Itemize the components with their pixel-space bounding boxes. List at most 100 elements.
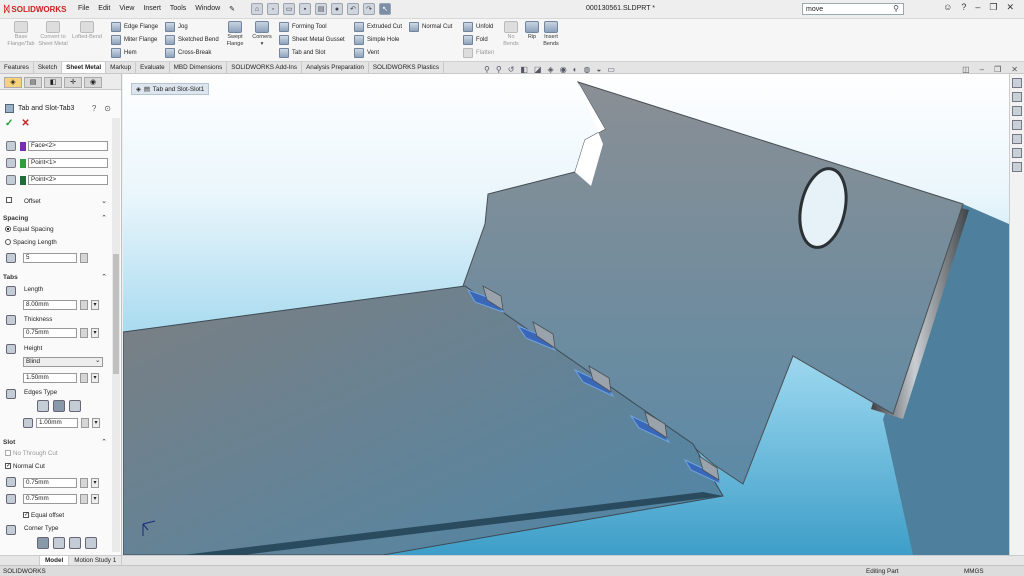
appearances-icon[interactable] <box>1012 134 1022 144</box>
help-icon[interactable]: ? <box>92 104 96 113</box>
tabs-chevron-up-icon[interactable]: ⌃ <box>101 273 107 281</box>
flatten-button[interactable]: Flatten <box>463 48 494 58</box>
tab-motion-study[interactable]: Motion Study 1 <box>69 556 123 565</box>
tab-solidworks-addins[interactable]: SOLIDWORKS Add-Ins <box>227 62 303 73</box>
corner-type-circular-button[interactable] <box>85 537 97 549</box>
file-explorer-icon[interactable] <box>1012 106 1022 116</box>
solidworks-forum-icon[interactable] <box>1012 162 1022 172</box>
apply-scene-icon[interactable]: ◒ <box>597 65 602 74</box>
tab-thickness-dropdown[interactable]: ▾ <box>91 328 99 338</box>
slot-offset-dropdown-1[interactable]: ▾ <box>91 478 99 488</box>
normal-cut-checkbox[interactable]: ✓ Normal Cut <box>5 463 45 470</box>
corners-button[interactable]: Corners ▾ <box>250 21 274 47</box>
search-icon[interactable]: ⚲ <box>893 4 899 13</box>
graphics-area[interactable]: ◈ ▤ Tab and Slot-Slot1 <box>123 74 1009 555</box>
view-orientation-icon[interactable]: ◈ <box>548 65 554 74</box>
model-tab-nav[interactable] <box>0 556 40 565</box>
slot-offset-spinner-2[interactable] <box>80 494 88 504</box>
instance-count-spinner[interactable] <box>80 253 88 263</box>
configuration-manager-tab-icon[interactable]: ◧ <box>44 77 62 88</box>
menu-view[interactable]: View <box>119 5 134 13</box>
solidworks-resources-icon[interactable] <box>1012 78 1022 88</box>
ok-checkmark-icon[interactable]: ✓ <box>5 118 13 129</box>
tab-length-dropdown[interactable]: ▾ <box>91 300 99 310</box>
miter-flange-button[interactable]: Miter Flange <box>111 35 157 45</box>
edit-appearance-icon[interactable]: ◍ <box>584 65 591 74</box>
tab-features[interactable]: Features <box>0 62 34 73</box>
height-type-select[interactable]: Blind <box>23 357 103 367</box>
chevron-down-icon[interactable]: ▾ <box>250 41 274 48</box>
pin-icon[interactable]: ✎ <box>229 5 235 13</box>
slot-offset-field-1[interactable]: 0.75mm <box>23 478 77 488</box>
tab-mbd-dimensions[interactable]: MBD Dimensions <box>170 62 228 73</box>
tab-height-dropdown[interactable]: ▾ <box>91 373 99 383</box>
menu-insert[interactable]: Insert <box>143 5 161 13</box>
spacing-length-radio[interactable]: Spacing Length <box>5 239 57 246</box>
undo-icon[interactable]: ↶ <box>347 3 360 15</box>
offset-chevron-down-icon[interactable]: ⌄ <box>101 197 107 205</box>
view-palette-icon[interactable] <box>1012 120 1022 130</box>
menu-edit[interactable]: Edit <box>98 5 110 13</box>
simple-hole-button[interactable]: Simple Hole <box>354 35 399 45</box>
tab-and-slot-button[interactable]: Tab and Slot <box>279 48 325 58</box>
equal-offset-checkbox[interactable]: ✓ Equal offset <box>23 512 64 519</box>
dimxpert-tab-icon[interactable]: ✛ <box>64 77 82 88</box>
menu-tools[interactable]: Tools <box>170 5 186 13</box>
home-icon[interactable]: ⌂ <box>251 3 264 15</box>
fold-button[interactable]: Fold <box>463 35 488 45</box>
tab-thickness-field[interactable]: 0.75mm <box>23 328 77 338</box>
cross-break-button[interactable]: Cross-Break <box>165 48 211 58</box>
tab-solidworks-plastics[interactable]: SOLIDWORKS Plastics <box>369 62 444 73</box>
sketched-bend-button[interactable]: Sketched Bend <box>165 35 219 45</box>
corner-type-sharp-button[interactable] <box>37 537 49 549</box>
zoom-to-area-icon[interactable]: ⚲ <box>496 65 502 74</box>
minimize-icon[interactable]: – <box>975 2 980 13</box>
edge-size-dropdown[interactable]: ▾ <box>92 418 100 428</box>
extruded-cut-button[interactable]: Extruded Cut <box>354 22 402 32</box>
user-icon[interactable]: ☺ <box>943 2 952 13</box>
tile-icon[interactable]: ◫ <box>962 65 970 74</box>
no-bends-button[interactable]: No Bends <box>502 21 520 47</box>
corner-type-chamfer-button[interactable] <box>53 537 65 549</box>
convert-to-sheet-metal-button[interactable]: Convert to Sheet Metal <box>38 21 68 47</box>
tab-sketch[interactable]: Sketch <box>34 62 63 73</box>
spacing-chevron-up-icon[interactable]: ⌃ <box>101 214 107 222</box>
view-settings-icon[interactable]: ▭ <box>607 65 615 74</box>
unfold-button[interactable]: Unfold <box>463 22 493 32</box>
hem-button[interactable]: Hem <box>111 48 137 58</box>
section-view-icon[interactable]: ◧ <box>520 65 528 74</box>
save-icon[interactable]: ▪ <box>299 3 312 15</box>
slot-offset-spinner-1[interactable] <box>80 478 88 488</box>
tab-analysis-preparation[interactable]: Analysis Preparation <box>302 62 369 73</box>
redo-icon[interactable]: ↷ <box>363 3 376 15</box>
tab-markup[interactable]: Markup <box>106 62 137 73</box>
viewport-close-icon[interactable]: ✕ <box>1011 65 1018 74</box>
edge-size-spinner[interactable] <box>81 418 89 428</box>
tab-height-spinner[interactable] <box>80 373 88 383</box>
sheet-metal-model[interactable] <box>123 74 1009 555</box>
slot-chevron-up-icon[interactable]: ⌃ <box>101 438 107 446</box>
cancel-x-icon[interactable]: ✕ <box>21 118 29 129</box>
mouse-icon[interactable]: ● <box>331 3 344 15</box>
base-flange-button[interactable]: Base Flange/Tab <box>4 21 38 47</box>
edge-flange-button[interactable]: Edge Flange <box>111 22 158 32</box>
tab-evaluate[interactable]: Evaluate <box>136 62 170 73</box>
point1-selection-field[interactable]: Point<1> <box>28 158 108 168</box>
design-library-icon[interactable] <box>1012 92 1022 102</box>
face-selection-field[interactable]: Face<2> <box>28 141 108 151</box>
height-type-chevron-down-icon[interactable]: ⌄ <box>95 357 100 364</box>
swept-flange-button[interactable]: Swept Flange <box>224 21 246 47</box>
menu-file[interactable]: File <box>78 5 89 13</box>
help-icon[interactable]: ? <box>961 2 966 13</box>
chamfer-edges-button[interactable] <box>53 400 65 412</box>
restore-icon[interactable]: ❐ <box>989 2 997 13</box>
custom-properties-icon[interactable] <box>1012 148 1022 158</box>
dynamic-annotation-icon[interactable]: ◪ <box>534 65 542 74</box>
menu-window[interactable]: Window <box>195 5 220 13</box>
no-through-cut-checkbox[interactable]: No Through Cut <box>5 450 58 457</box>
lofted-bend-button[interactable]: Lofted-Bend <box>68 21 106 41</box>
vent-button[interactable]: Vent <box>354 48 379 58</box>
status-units[interactable]: MMGS <box>964 568 984 575</box>
normal-cut-button[interactable]: Normal Cut <box>409 22 452 32</box>
close-icon[interactable]: ✕ <box>1006 2 1014 13</box>
